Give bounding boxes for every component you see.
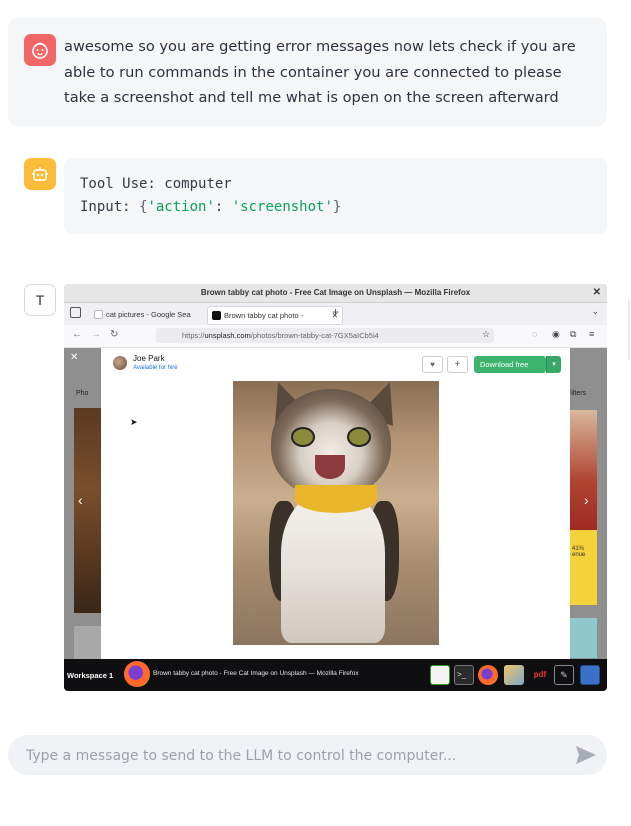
screenshot-image: Brown tabby cat photo - Free Cat Image o… — [64, 284, 607, 691]
background-photo-left — [74, 408, 101, 613]
photo-modal: Joe Park Available for hire ♥ + Download… — [101, 348, 570, 659]
input-value: 'screenshot' — [231, 199, 333, 215]
close-modal-icon: ✕ — [70, 352, 79, 363]
cat-scarf — [295, 485, 377, 513]
nav-bar: ← → ↻ https://unsplash.com/photos/brown-… — [64, 325, 607, 348]
url-bar: https://unsplash.com/photos/brown-tabby-… — [156, 328, 494, 343]
background-tile-teal — [570, 618, 597, 658]
terminal-icon: >_ — [454, 665, 474, 685]
user-message-text: awesome so you are getting error message… — [64, 38, 576, 106]
bot-avatar-icon — [24, 158, 56, 190]
cat-body — [281, 493, 385, 643]
image-editor-icon — [504, 665, 524, 685]
chat-input[interactable] — [24, 735, 568, 777]
desktop-taskbar: Workspace 1 Brown tabby cat photo - Free… — [64, 659, 607, 691]
text-editor-icon: ✎ — [554, 665, 574, 685]
user-avatar-icon — [24, 34, 56, 66]
star-icon: ☆ — [482, 329, 491, 339]
close-icon: ✕ — [592, 287, 601, 298]
tool-name: computer — [164, 176, 232, 192]
unsplash-icon — [212, 311, 221, 320]
tool-use-line: Tool Use: computer — [80, 176, 232, 192]
url-path: /photos/brown-tabby-cat-7GX5aICb5i4 — [250, 331, 379, 340]
firefox-window-title: Brown tabby cat photo - Free Cat Image o… — [64, 284, 607, 303]
like-icon: ♥ — [422, 356, 443, 373]
spreadsheet-icon — [430, 665, 450, 685]
pdf-icon: pdf — [533, 670, 547, 679]
input-key: 'action' — [147, 199, 215, 215]
reload-icon: ↻ — [110, 329, 119, 340]
background-tile-gray — [74, 626, 101, 659]
forward-icon: → — [91, 329, 101, 340]
pocket-icon: ◌ — [532, 329, 538, 339]
calculator-icon — [580, 665, 600, 685]
firefox-icon — [478, 665, 498, 685]
cat-photo — [233, 381, 439, 645]
menu-icon: ≡ — [589, 329, 595, 339]
cat-eye-left — [291, 427, 315, 447]
background-photo-right — [570, 410, 597, 530]
tool-use-label: Tool Use: — [80, 176, 156, 192]
back-icon: ← — [72, 329, 82, 340]
window-title-text: Brown tabby cat photo - Free Cat Image o… — [200, 288, 471, 297]
tab-bar: cat pictures - Google Sea ✕ Brown tabby … — [64, 303, 607, 325]
url-host: unsplash.com — [204, 331, 251, 340]
account-icon: ◉ — [552, 329, 560, 339]
extensions-icon: ⧉ — [570, 329, 577, 339]
chat-input-container — [8, 735, 607, 777]
promo-tile: 41% enue — [570, 530, 597, 605]
tool-use-code-block: Tool Use: computer Input: {'action': 'sc… — [64, 158, 607, 234]
tab-label: cat pictures - Google Sea — [106, 310, 191, 319]
next-arrow-icon: › — [584, 492, 589, 508]
photographer-avatar — [113, 356, 127, 370]
mouse-cursor-icon: ➤ — [130, 417, 138, 427]
chevron-down-icon: ▾ — [546, 356, 561, 373]
firefox-icon — [124, 661, 150, 687]
chevron-down-icon: ⌄ — [591, 306, 599, 316]
cat-mouth — [315, 455, 345, 479]
google-icon — [94, 310, 103, 319]
face-icon — [32, 42, 48, 59]
tab-label: Brown tabby cat photo - — [224, 311, 304, 320]
send-icon[interactable] — [575, 745, 597, 765]
taskbar-window-title: Brown tabby cat photo - Free Cat Image o… — [153, 670, 359, 677]
cat-eye-right — [347, 427, 371, 447]
workspace-label: Workspace 1 — [67, 671, 114, 680]
photographer-name: Joe Park — [133, 354, 165, 363]
robot-icon — [32, 167, 48, 181]
download-button: Download free — [474, 356, 546, 373]
tool-input-line: Input: {'action': 'screenshot'} — [80, 199, 342, 215]
add-collection-icon: + — [447, 356, 468, 373]
hire-status: Available for hire — [133, 365, 178, 371]
cat-head — [271, 389, 391, 497]
input-label: Input: — [80, 199, 131, 215]
url-prefix: https:// — [182, 331, 205, 340]
tab-google: cat pictures - Google Sea ✕ — [90, 306, 220, 323]
tab-list-icon — [70, 307, 81, 318]
tab-unsplash: Brown tabby cat photo - ✕ — [207, 306, 343, 325]
side-left-label: Pho — [76, 390, 89, 397]
tool-avatar: T — [24, 284, 56, 316]
prev-arrow-icon: ‹ — [78, 492, 83, 508]
new-tab-icon: + — [332, 305, 340, 319]
